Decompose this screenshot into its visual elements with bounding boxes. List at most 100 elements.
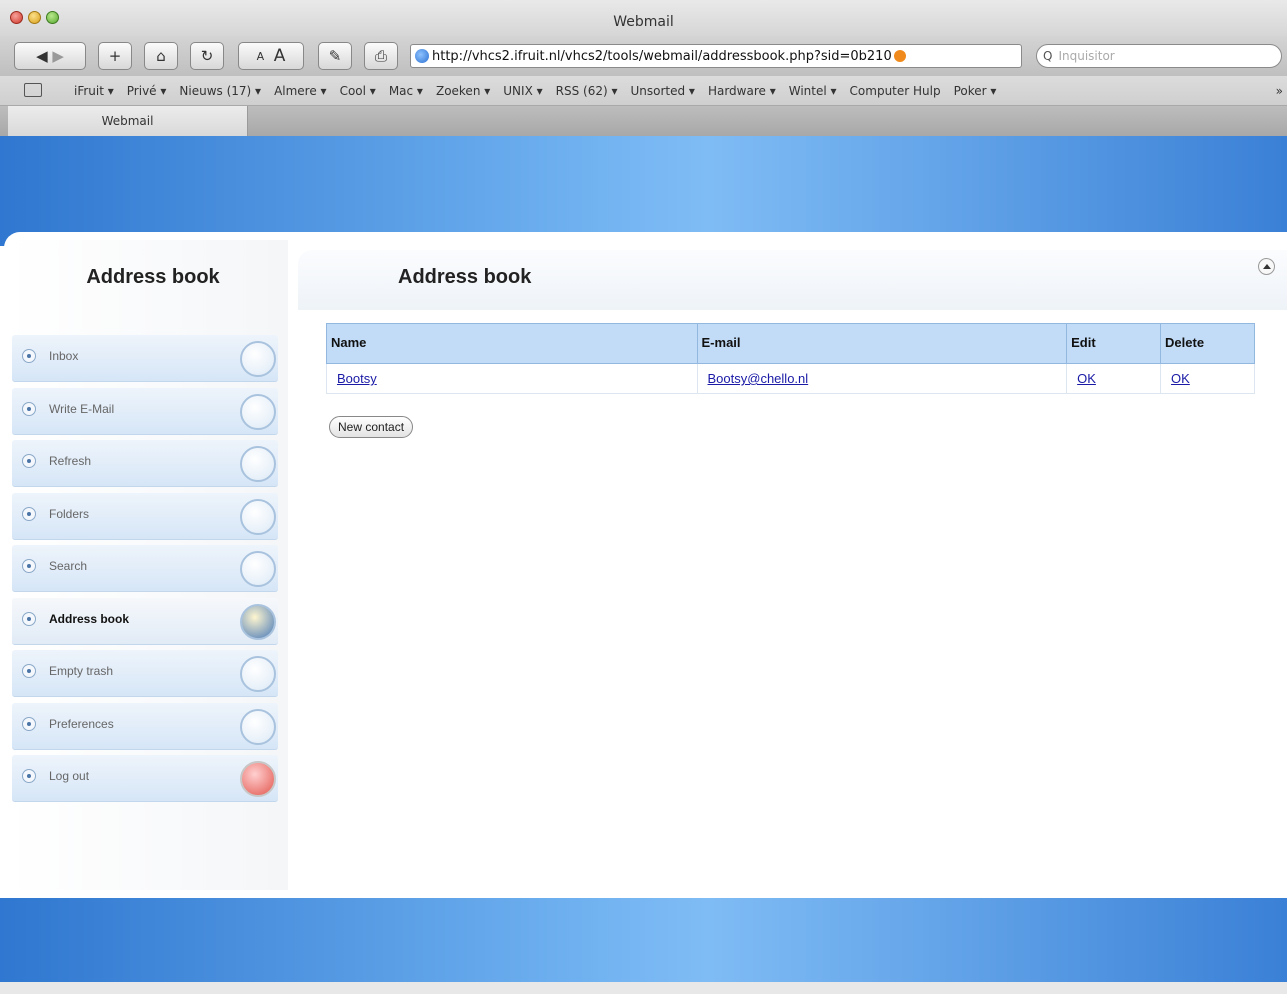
table-row: Bootsy Bootsy@chello.nl OK OK [326, 363, 1255, 394]
bullet-icon [22, 506, 36, 521]
sidebar-item-log-out[interactable]: Log out [12, 755, 278, 802]
title-bar: Webmail [0, 0, 1287, 36]
delete-cell: OK [1160, 363, 1255, 394]
home-button[interactable]: ⌂ [144, 42, 178, 70]
add-bookmark-button[interactable]: + [98, 42, 132, 70]
bookmark-item[interactable]: Unsorted ▾ [630, 84, 694, 98]
bookmarks-overflow-button[interactable]: » [1276, 84, 1283, 98]
text-larger-label[interactable]: A [274, 46, 286, 66]
inbox-icon [240, 341, 276, 377]
text-size-button[interactable]: A A [238, 42, 304, 70]
printer-icon: ⎙ [374, 47, 387, 65]
sidebar-item-label: Folders [49, 506, 90, 521]
bullet-icon [22, 664, 36, 678]
contact-name-cell: Bootsy [326, 363, 698, 394]
edit-contact-link[interactable]: OK [1077, 371, 1096, 386]
bullet-icon [22, 716, 36, 731]
rss-icon[interactable] [893, 50, 906, 62]
bookmark-item[interactable]: Almere ▾ [274, 84, 327, 98]
edit-button[interactable]: ✎ [318, 42, 352, 70]
sidebar-item-folders[interactable]: Folders [12, 492, 278, 540]
bookmark-item[interactable]: Mac ▾ [389, 84, 423, 98]
addressbook-icon [240, 603, 276, 640]
sidebar-item-label: Write E-Mail [49, 401, 115, 416]
browser-toolbar: ◀ ▶ + ⌂ ↻ A A ✎ ⎙ http://vhcs2.ifruit.nl… [0, 36, 1287, 76]
sidebar-item-label: Inbox [49, 349, 79, 363]
header-banner [0, 136, 1287, 246]
bookmark-item[interactable]: Privé ▾ [127, 84, 167, 98]
write-icon [240, 393, 276, 430]
bookmark-item[interactable]: RSS (62) ▾ [556, 84, 618, 98]
forward-arrow-icon[interactable]: ▶ [52, 47, 64, 65]
contacts-table: Name E-mail Edit Delete Bootsy Bootsy@ch… [326, 323, 1255, 394]
bullet-icon [22, 559, 36, 573]
bookmark-item[interactable]: Poker ▾ [954, 84, 997, 98]
contact-email-link[interactable]: Bootsy@chello.nl [708, 371, 809, 386]
home-icon: ⌂ [156, 47, 166, 65]
text-smaller-label[interactable]: A [257, 50, 265, 63]
bookmarks-bar: iFruit ▾ Privé ▾ Nieuws (17) ▾ Almere ▾ … [0, 76, 1287, 106]
bullet-icon [22, 349, 36, 363]
search-field[interactable]: Q Inquisitor [1036, 44, 1282, 68]
sidebar-nav: Inbox Write E-Mail Refresh Folders Searc… [12, 335, 278, 808]
sidebar-item-write-email[interactable]: Write E-Mail [12, 387, 278, 435]
status-bar [0, 982, 1287, 994]
print-button[interactable]: ⎙ [364, 42, 398, 70]
sidebar-item-label: Preferences [49, 716, 114, 731]
window-title: Webmail [613, 14, 674, 30]
search-icon[interactable]: Q [1043, 49, 1052, 63]
footer-banner [0, 898, 1287, 982]
search-placeholder: Inquisitor [1058, 49, 1115, 63]
sidebar-item-address-book[interactable]: Address book [12, 597, 278, 645]
table-header-row: Name E-mail Edit Delete [326, 323, 1255, 364]
reload-button[interactable]: ↻ [190, 42, 224, 70]
bookmarks-list: iFruit ▾ Privé ▾ Nieuws (17) ▾ Almere ▾ … [74, 84, 1009, 98]
reload-icon: ↻ [200, 47, 214, 65]
bookmark-item[interactable]: iFruit ▾ [74, 84, 114, 98]
sidebar-item-label: Log out [49, 769, 90, 783]
sidebar-item-search[interactable]: Search [12, 545, 278, 592]
back-arrow-icon[interactable]: ◀ [36, 47, 48, 65]
page-title: Address book [398, 266, 532, 288]
bookmark-item[interactable]: Computer Hulp [850, 84, 941, 98]
sidebar-item-label: Empty trash [49, 664, 114, 678]
back-forward-button[interactable]: ◀ ▶ [14, 42, 86, 70]
column-header-edit: Edit [1066, 323, 1162, 364]
sidebar-item-label: Search [49, 559, 88, 573]
bookmark-item[interactable]: Wintel ▾ [789, 84, 837, 98]
folders-icon [240, 498, 276, 535]
globe-icon [415, 49, 429, 63]
sidebar-item-inbox[interactable]: Inbox [12, 335, 278, 382]
sidebar-title: Address book [86, 266, 220, 288]
sidebar-item-empty-trash[interactable]: Empty trash [12, 650, 278, 697]
bullet-icon [22, 611, 36, 626]
contact-email-cell: Bootsy@chello.nl [696, 363, 1068, 394]
preferences-icon [240, 708, 276, 745]
refresh-icon [240, 446, 276, 482]
contact-name-link[interactable]: Bootsy [337, 371, 377, 386]
bookmark-item[interactable]: Cool ▾ [340, 84, 376, 98]
collapse-up-icon[interactable] [1258, 258, 1275, 275]
bookmark-item[interactable]: Nieuws (17) ▾ [179, 84, 261, 98]
bullet-icon [22, 454, 36, 468]
bookmark-item[interactable]: Zoeken ▾ [436, 84, 490, 98]
bookmark-item[interactable]: UNIX ▾ [503, 84, 542, 98]
bullet-icon [22, 769, 36, 783]
new-contact-button[interactable]: New contact [329, 416, 414, 438]
trash-icon [240, 656, 276, 692]
pencil-icon: ✎ [328, 47, 342, 65]
column-header-name: Name [326, 323, 698, 364]
column-header-delete: Delete [1160, 323, 1255, 364]
edit-cell: OK [1066, 363, 1162, 394]
sidebar-item-preferences[interactable]: Preferences [12, 702, 278, 750]
sidebar-item-label: Refresh [49, 454, 92, 468]
search-icon [240, 551, 276, 587]
bullet-icon [22, 401, 36, 416]
address-bar[interactable]: http://vhcs2.ifruit.nl/vhcs2/tools/webma… [410, 44, 1022, 68]
delete-contact-link[interactable]: OK [1171, 371, 1190, 386]
sidebar-item-refresh[interactable]: Refresh [12, 440, 278, 487]
bookmarks-book-icon[interactable] [24, 83, 42, 97]
tab-webmail[interactable]: Webmail [8, 106, 248, 136]
bookmark-item[interactable]: Hardware ▾ [708, 84, 776, 98]
url-text[interactable]: http://vhcs2.ifruit.nl/vhcs2/tools/webma… [432, 49, 892, 64]
